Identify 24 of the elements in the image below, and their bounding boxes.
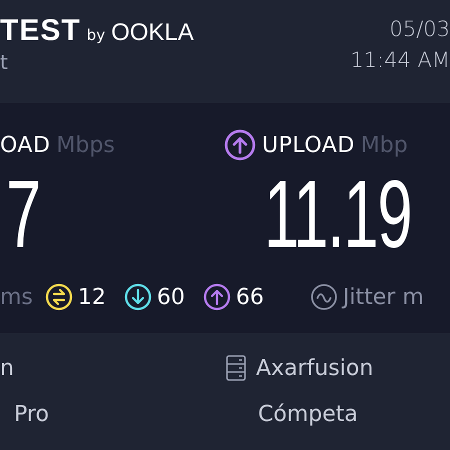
unit-label: Mbps <box>56 132 115 158</box>
subtitle: t <box>0 50 9 74</box>
provider-name: n <box>0 356 14 380</box>
test-date: 05/03 <box>389 16 450 43</box>
unit-label: Mbp <box>360 132 408 158</box>
ping-unit: ms <box>0 284 33 310</box>
ping-value: 66 <box>236 284 264 310</box>
server-name: Axarfusion <box>256 356 374 380</box>
wave-icon <box>310 283 338 311</box>
server-location: Cómpeta <box>258 402 358 426</box>
brand-text: OOKLA <box>111 19 194 47</box>
speed-value: 7 <box>6 161 40 269</box>
jitter-label: Jitter m <box>342 284 424 310</box>
result-label: OAD <box>0 132 50 158</box>
logo-byline: by <box>86 26 106 44</box>
ping-value: 60 <box>156 284 185 310</box>
test-time: 11:44 AM <box>350 47 450 74</box>
result-label: UPLOAD <box>262 132 355 158</box>
logo-text: TEST <box>0 14 81 48</box>
device-name: Pro <box>14 402 49 426</box>
speed-value: 11.19 <box>264 161 412 269</box>
server-icon <box>226 355 246 381</box>
ping-value: 12 <box>78 284 106 310</box>
swap-arrows-icon <box>44 283 73 311</box>
